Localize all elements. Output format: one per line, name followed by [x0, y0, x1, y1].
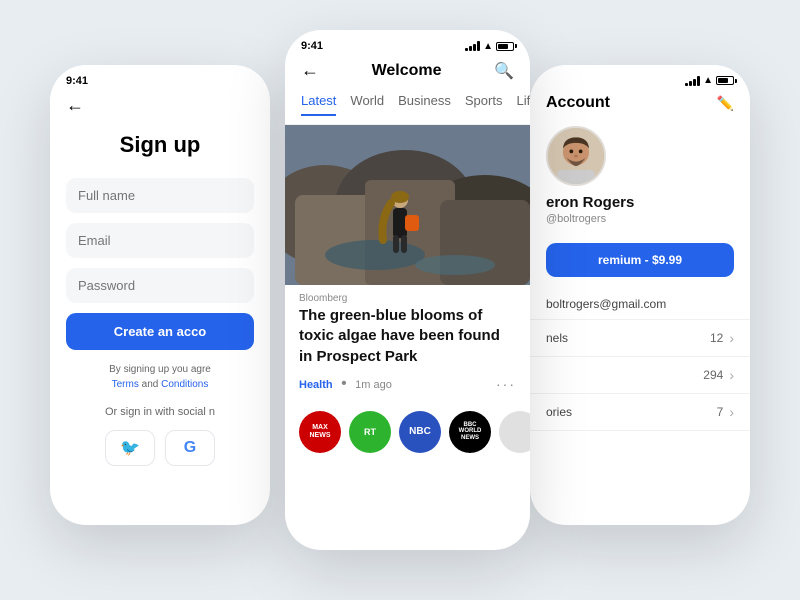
signup-title: Sign up [66, 132, 254, 158]
terms-text: By signing up you agre Terms and Conditi… [66, 362, 254, 392]
channel-extra[interactable] [499, 411, 530, 453]
news-headline[interactable]: The green-blue blooms of toxic algae hav… [285, 306, 530, 375]
back-button-middle[interactable]: ← [301, 60, 319, 81]
signal-icon-right [685, 76, 700, 86]
categories-row[interactable]: ories 7 › [530, 394, 750, 431]
terms-prefix: By signing up you agre [109, 364, 211, 375]
chevron-right-icon-3: › [729, 404, 734, 420]
signal-bar-1 [465, 48, 468, 51]
time-middle: 9:41 [301, 40, 323, 52]
status-bar-left: 9:41 [50, 65, 270, 91]
chevron-right-icon: › [729, 330, 734, 346]
categories-right: 7 › [717, 404, 734, 420]
phone-news: 9:41 ▲ ← Welcome 🔍 Latest World [285, 30, 530, 550]
channels-right: 12 › [710, 330, 734, 346]
email-row: boltrogers@gmail.com [530, 289, 750, 320]
signal-bar-4 [477, 41, 480, 51]
tab-sports[interactable]: Sports [465, 93, 503, 116]
account-header: Account ✏️ [530, 90, 750, 122]
count-right: 294 › [703, 367, 734, 383]
channel-maxnews[interactable]: MAXNEWS [299, 411, 341, 453]
signup-content: Sign up Create an acco By signing up you… [50, 124, 270, 474]
time-left: 9:41 [66, 75, 88, 87]
phones-container: 9:41 ← Sign up Create an acco By signing… [20, 15, 780, 585]
news-meta: Health • 1m ago ··· [285, 375, 530, 403]
news-tag[interactable]: Health [299, 379, 333, 391]
create-account-button[interactable]: Create an acco [66, 313, 254, 350]
avatar [546, 126, 606, 186]
news-time: 1m ago [355, 379, 392, 391]
chevron-right-icon-2: › [729, 367, 734, 383]
wifi-icon-right: ▲ [703, 75, 713, 86]
status-icons-right: ▲ [685, 75, 734, 86]
channels-row[interactable]: nels 12 › [530, 320, 750, 357]
status-bar-right: ▲ [530, 65, 750, 90]
avatar-svg [548, 126, 604, 186]
social-buttons: 🐦 G [66, 430, 254, 466]
tab-life[interactable]: Life [516, 93, 530, 116]
count-row[interactable]: 294 › [530, 357, 750, 394]
back-button-left[interactable]: ← [66, 95, 84, 116]
nav-bar-left: ← [50, 91, 270, 124]
signal-bar-2 [469, 46, 472, 51]
hero-svg [285, 125, 530, 285]
conditions-link[interactable]: Conditions [161, 379, 208, 390]
channel-rt[interactable]: RT [349, 411, 391, 453]
news-dot: • [341, 375, 347, 392]
user-handle: @boltrogers [546, 213, 606, 225]
hero-image [285, 125, 530, 285]
battery-icon [496, 42, 514, 51]
status-bar-middle: 9:41 ▲ [285, 30, 530, 56]
signal-bar-3 [473, 44, 476, 51]
battery-fill [498, 44, 508, 49]
email-input[interactable] [66, 223, 254, 258]
channels-count: 12 [710, 331, 723, 345]
nav-title-middle: Welcome [372, 62, 442, 80]
signal-icon [465, 41, 480, 51]
google-button[interactable]: G [165, 430, 215, 466]
account-title: Account [546, 94, 610, 112]
terms-and: and [142, 379, 161, 390]
twitter-button[interactable]: 🐦 [105, 430, 155, 466]
battery-icon-right [716, 76, 734, 85]
categories-label: ories [546, 405, 572, 419]
search-icon[interactable]: 🔍 [494, 61, 514, 81]
fullname-input[interactable] [66, 178, 254, 213]
news-channels: MAXNEWS RT NBC BBCWORLDNEWS [285, 403, 530, 461]
more-options-icon[interactable]: ··· [496, 376, 516, 392]
news-tabs: Latest World Business Sports Life [285, 89, 530, 125]
count-value: 294 [703, 368, 723, 382]
edit-icon[interactable]: ✏️ [717, 95, 734, 112]
or-divider: Or sign in with social n [66, 406, 254, 418]
phone-account: ▲ Account ✏️ [530, 65, 750, 525]
tab-world[interactable]: World [350, 93, 384, 116]
nav-bar-middle: ← Welcome 🔍 [285, 56, 530, 89]
user-name: eron Rogers [546, 194, 634, 211]
status-icons-middle: ▲ [465, 41, 514, 52]
channels-label: nels [546, 331, 568, 345]
tab-business[interactable]: Business [398, 93, 451, 116]
tab-latest[interactable]: Latest [301, 93, 336, 116]
premium-button[interactable]: remium - $9.99 [546, 243, 734, 277]
avatar-section: eron Rogers @boltrogers [530, 122, 750, 243]
password-input[interactable] [66, 268, 254, 303]
channel-bbc[interactable]: BBCWORLDNEWS [449, 411, 491, 453]
channel-nbc[interactable]: NBC [399, 411, 441, 453]
terms-link[interactable]: Terms [112, 379, 139, 390]
phone-signup: 9:41 ← Sign up Create an acco By signing… [50, 65, 270, 525]
news-source: Bloomberg [285, 285, 530, 306]
news-meta-left: Health • 1m ago [299, 375, 392, 393]
categories-count: 7 [717, 405, 724, 419]
wifi-icon: ▲ [483, 41, 493, 52]
